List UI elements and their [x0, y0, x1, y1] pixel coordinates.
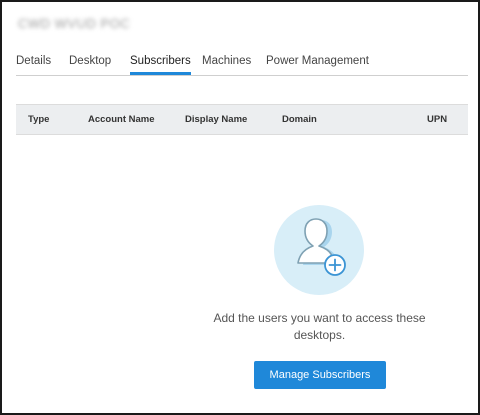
page-title: CWD WVUD POC	[18, 16, 131, 31]
window-frame: CWD WVUD POC Details Desktop Subscribers…	[0, 0, 480, 415]
tab-machines[interactable]: Machines	[202, 52, 251, 74]
tab-desktop[interactable]: Desktop	[69, 52, 111, 74]
column-header-display-name[interactable]: Display Name	[185, 114, 247, 125]
tab-bar: Details Desktop Subscribers Machines Pow…	[16, 52, 468, 76]
column-header-type[interactable]: Type	[28, 114, 49, 125]
manage-subscribers-button[interactable]: Manage Subscribers	[254, 361, 386, 389]
tab-details[interactable]: Details	[16, 52, 51, 74]
tab-power-management[interactable]: Power Management	[266, 52, 369, 74]
empty-state-message: Add the users you want to access these d…	[213, 311, 426, 342]
tab-subscribers[interactable]: Subscribers	[130, 52, 191, 75]
column-header-account-name[interactable]: Account Name	[88, 114, 155, 125]
add-user-icon	[274, 205, 364, 295]
column-header-domain[interactable]: Domain	[282, 114, 317, 125]
column-header-upn[interactable]: UPN	[427, 114, 447, 125]
table-header: Type Account Name Display Name Domain UP…	[16, 104, 468, 135]
